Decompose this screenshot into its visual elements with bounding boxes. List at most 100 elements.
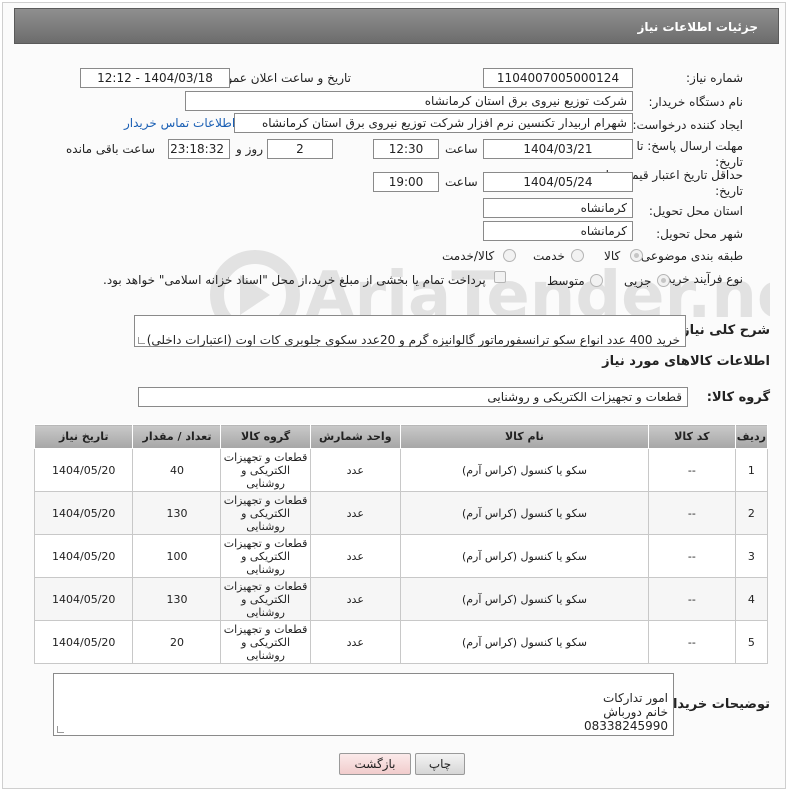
cell-item-group: قطعات و تجهیزات الکتریکی و روشنایی [220, 577, 311, 621]
buyer-notes-text: امور تدارکات خانم دورباش 08338245990 [584, 691, 668, 733]
header-row-number: ردیف [734, 424, 769, 449]
buyer-notes-textarea[interactable]: امور تدارکات خانم دورباش 08338245990 [53, 673, 674, 736]
cell-row-number: 1 [734, 448, 769, 492]
table-row: 2 -- سکو یا کنسول (کراس آرم) عدد قطعات و… [33, 491, 769, 535]
deadline-label: مهلت ارسال پاسخ: تا تاریخ: [636, 139, 743, 169]
purchase-option-medium: متوسط [547, 274, 585, 288]
category-option-goods: کالا [604, 249, 621, 263]
cell-need-date: 1404/05/20 [33, 491, 134, 535]
cell-item-name: سکو یا کنسول (کراس آرم) [399, 577, 649, 621]
cell-row-number: 2 [734, 491, 769, 535]
buyer-org-field: شرکت توزیع نیروی برق استان کرمانشاه [185, 91, 633, 111]
category-label: طبقه بندی موضوعی: [636, 249, 743, 263]
cell-quantity: 100 [132, 534, 222, 578]
city-label: شهر محل تحویل: [656, 227, 743, 241]
province-label: استان محل تحویل: [648, 204, 743, 218]
cell-item-code: -- [647, 491, 736, 535]
need-number-field: 1104007005000124 [483, 68, 633, 88]
cell-unit: عدد [309, 620, 401, 664]
remaining-time-field: 23:18:32 [168, 139, 230, 159]
back-button[interactable]: بازگشت [339, 753, 411, 775]
purchase-type-label: نوع فرآیند خرید : [658, 272, 743, 286]
cell-quantity: 40 [132, 448, 222, 492]
deadline-time-field: 12:30 [373, 139, 439, 159]
table-row: 4 -- سکو یا کنسول (کراس آرم) عدد قطعات و… [33, 577, 769, 621]
cell-item-name: سکو یا کنسول (کراس آرم) [399, 534, 649, 578]
resize-grip-icon[interactable] [57, 726, 64, 733]
buyer-notes-label: توضیحات خریدار: [660, 697, 770, 712]
buyer-contact-link[interactable]: اطلاعات تماس خریدار [124, 116, 235, 130]
price-validity-date-field: 1404/05/24 [483, 172, 633, 192]
buyer-org-label: نام دستگاه خریدار: [648, 95, 744, 109]
cell-unit: عدد [309, 491, 401, 535]
cell-need-date: 1404/05/20 [33, 577, 134, 621]
resize-grip-icon[interactable] [138, 337, 145, 344]
purchase-option-minor: جزیی [624, 274, 652, 288]
deadline-time-label: ساعت [445, 142, 478, 156]
requester-field: شهرام اربیدار تکنسین نرم افزار شرکت توزی… [234, 113, 633, 133]
header-bar: جزئیات اطلاعات نیاز [14, 8, 779, 44]
print-button[interactable]: چاپ [415, 753, 465, 775]
description-label: شرح کلی نیاز: [676, 323, 770, 338]
category-radio-goods-service[interactable] [503, 249, 516, 262]
table-header-row: ردیف کد کالا نام کالا واحد شمارش گروه کا… [33, 424, 769, 449]
page-title: جزئیات اطلاعات نیاز [637, 20, 758, 34]
cell-item-name: سکو یا کنسول (کراس آرم) [399, 491, 649, 535]
days-field: 2 [267, 139, 333, 159]
category-radio-service[interactable] [571, 249, 584, 262]
cell-item-name: سکو یا کنسول (کراس آرم) [399, 448, 649, 492]
goods-group-field: قطعات و تجهیزات الکتریکی و روشنایی [138, 387, 688, 407]
cell-unit: عدد [309, 534, 401, 578]
cell-item-code: -- [647, 534, 736, 578]
header-item-group: گروه کالا [220, 424, 311, 449]
treasury-checkbox[interactable] [494, 271, 506, 283]
goods-table: ردیف کد کالا نام کالا واحد شمارش گروه کا… [33, 424, 769, 664]
table-row: 3 -- سکو یا کنسول (کراس آرم) عدد قطعات و… [33, 534, 769, 578]
cell-item-code: -- [647, 577, 736, 621]
description-textarea[interactable]: خرید 400 عدد انواع سکو ترانسفورماتور گال… [134, 315, 686, 347]
price-validity-time-field: 19:00 [373, 172, 439, 192]
cell-need-date: 1404/05/20 [33, 448, 134, 492]
category-radio-goods[interactable] [630, 249, 643, 262]
table-row: 5 -- سکو یا کنسول (کراس آرم) عدد قطعات و… [33, 620, 769, 664]
deadline-date-field: 1404/03/21 [483, 139, 633, 159]
goods-info-title: اطلاعات کالاهای مورد نیاز [602, 354, 770, 369]
cell-row-number: 3 [734, 534, 769, 578]
city-field: کرمانشاه [483, 221, 633, 241]
cell-item-name: سکو یا کنسول (کراس آرم) [399, 620, 649, 664]
cell-item-group: قطعات و تجهیزات الکتریکی و روشنایی [220, 448, 311, 492]
cell-item-group: قطعات و تجهیزات الکتریکی و روشنایی [220, 534, 311, 578]
cell-need-date: 1404/05/20 [33, 534, 134, 578]
header-unit: واحد شمارش [309, 424, 401, 449]
cell-item-group: قطعات و تجهیزات الکتریکی و روشنایی [220, 491, 311, 535]
cell-quantity: 130 [132, 577, 222, 621]
cell-unit: عدد [309, 448, 401, 492]
cell-unit: عدد [309, 577, 401, 621]
province-field: کرمانشاه [483, 198, 633, 218]
goods-group-label: گروه کالا: [706, 390, 770, 405]
cell-item-code: -- [647, 448, 736, 492]
header-item-name: نام کالا [399, 424, 649, 449]
need-number-label: شماره نیاز: [686, 71, 743, 85]
header-quantity: تعداد / مقدار [132, 424, 222, 449]
category-option-service: خدمت [533, 249, 565, 263]
cell-item-code: -- [647, 620, 736, 664]
remaining-time-label: ساعت باقی مانده [66, 142, 156, 156]
cell-item-group: قطعات و تجهیزات الکتریکی و روشنایی [220, 620, 311, 664]
table-row: 1 -- سکو یا کنسول (کراس آرم) عدد قطعات و… [33, 448, 769, 492]
cell-row-number: 5 [734, 620, 769, 664]
description-text: خرید 400 عدد انواع سکو ترانسفورماتور گال… [146, 333, 680, 347]
header-item-code: کد کالا [647, 424, 736, 449]
header-need-date: تاریخ نیاز [33, 424, 134, 449]
price-validity-time-label: ساعت [445, 175, 478, 189]
purchase-radio-minor[interactable] [657, 274, 670, 287]
cell-need-date: 1404/05/20 [33, 620, 134, 664]
cell-quantity: 130 [132, 491, 222, 535]
days-label: روز و [236, 142, 263, 156]
category-option-goods-service: کالا/خدمت [442, 249, 495, 263]
payment-note: پرداخت تمام یا بخشی از مبلغ خرید،از محل … [103, 273, 486, 287]
cell-row-number: 4 [734, 577, 769, 621]
purchase-radio-medium[interactable] [590, 274, 603, 287]
cell-quantity: 20 [132, 620, 222, 664]
requester-label: ایجاد کننده درخواست: [632, 118, 743, 132]
